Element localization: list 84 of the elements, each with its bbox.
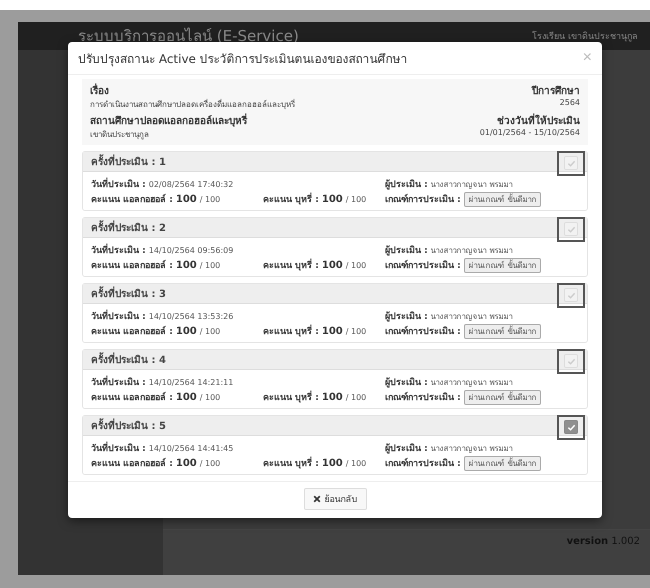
tobacco-score-label: คะแนน บุหรี่ : [263,192,319,206]
alcohol-score: 100 [176,194,197,205]
tobacco-max: / 100 [346,459,366,468]
tobacco-score: 100 [322,194,343,205]
period-text: 01/01/2564 - 15/10/2564 [480,128,580,137]
tobacco-max: / 100 [346,327,366,336]
period-label: ช่วงวันที่ให้ประเมิน [480,113,580,128]
record-title: ครั้งที่ประเมิน : 1 [91,154,166,169]
modal-title: ปรับปรุงสถานะ Active ประวัติการประเมินตนเองของสถานศึกษา [78,50,408,68]
criteria-label: เกณฑ์การประเมิน : [385,192,461,206]
assessor-label: ผู้ประเมิน : [385,244,428,257]
record-title: ครั้งที่ประเมิน : 3 [91,286,166,301]
alcohol-max: / 100 [200,459,220,468]
alcohol-score-label: คะแนน แอลกอฮอล์ : [91,192,173,206]
tobacco-max: / 100 [346,393,366,402]
criteria-result: ผ่านเกณฑ์ ขั้นดีมาก [464,456,542,471]
check-icon [566,356,576,366]
check-icon [566,422,576,432]
assessor-label: ผู้ประเมิน : [385,376,428,389]
tobacco-score-label: คะแนน บุหรี่ : [263,390,319,404]
tobacco-score-label: คะแนน บุหรี่ : [263,324,319,338]
alcohol-max: / 100 [200,327,220,336]
date-label: วันที่ประเมิน : [91,309,146,323]
assessor-name: นางสาวกาญจนา พรมมา [430,245,512,257]
back-button[interactable]: ย้อนกลับ [304,488,366,510]
assessor-label: ผู้ประเมิน : [385,310,428,323]
school-label: สถานศึกษาปลอดแอลกอฮอล์และบุหรี่ [90,113,247,128]
date-label: วันที่ประเมิน : [91,375,146,389]
record-title: ครั้งที่ประเมิน : 2 [91,220,166,235]
check-icon [566,224,576,234]
alcohol-score-label: คะแนน แอลกอฮอล์ : [91,390,173,404]
tobacco-max: / 100 [346,195,366,204]
alcohol-max: / 100 [200,393,220,402]
tobacco-score: 100 [322,458,343,469]
tobacco-max: / 100 [346,261,366,270]
criteria-label: เกณฑ์การประเมิน : [385,258,461,272]
school-text: เขาดินประชานุกูล [90,129,150,141]
date-value: 14/10/2564 13:53:26 [148,312,234,321]
date-value: 14/10/2564 14:41:45 [148,444,234,453]
app-title: ระบบบริการออนไลน์ (E-Service) [78,26,299,47]
criteria-result: ผ่านเกณฑ์ ขั้นดีมาก [464,258,542,273]
assessor-name: นางสาวกาญจนา พรมมา [430,377,512,389]
check-icon [566,290,576,300]
user-name: โรงเรียน เขาดินประชานุกูล [532,30,638,43]
criteria-label: เกณฑ์การประเมิน : [385,390,461,404]
year-label: ปีการศึกษา [532,84,580,98]
alcohol-max: / 100 [200,195,220,204]
subject-text: การดำเนินงานสถานศึกษาปลอดเครื่องดื่มแอลกอฮอล์และบุหรี่ [90,98,295,111]
assessor-name: นางสาวกาญจนา พรมมา [430,179,512,191]
date-value: 14/10/2564 14:21:11 [148,378,234,387]
tobacco-score: 100 [322,392,343,403]
criteria-result: ผ่านเกณฑ์ ขั้นดีมาก [464,192,542,207]
assessor-name: นางสาวกาญจนา พรมมา [430,443,512,455]
alcohol-score-label: คะแนน แอลกอฮอล์ : [91,456,173,470]
criteria-label: เกณฑ์การประเมิน : [385,456,461,470]
record-title: ครั้งที่ประเมิน : 5 [91,418,166,433]
assessor-label: ผู้ประเมิน : [385,442,428,455]
alcohol-score-label: คะแนน แอลกอฮอล์ : [91,258,173,272]
tobacco-score: 100 [322,260,343,271]
record-title: ครั้งที่ประเมิน : 4 [91,352,166,367]
assessor-name: นางสาวกาญจนา พรมมา [430,311,512,323]
assessor-label: ผู้ประเมิน : [385,178,428,191]
year-text: 2564 [558,98,580,107]
alcohol-score: 100 [176,392,197,403]
criteria-label: เกณฑ์การประเมิน : [385,324,461,338]
date-label: วันที่ประเมิน : [91,243,146,257]
date-value: 02/08/2564 17:40:32 [148,180,234,189]
close-icon [312,495,320,503]
subject-label: เรื่อง [90,83,295,98]
alcohol-score: 100 [176,458,197,469]
active-checkbox[interactable] [564,420,578,434]
alcohol-score: 100 [176,260,197,271]
alcohol-score-label: คะแนน แอลกอฮอล์ : [91,324,173,338]
date-value: 14/10/2564 09:56:09 [148,246,234,255]
check-icon [566,158,576,168]
tobacco-score: 100 [322,326,343,337]
date-label: วันที่ประเมิน : [91,177,146,191]
criteria-result: ผ่านเกณฑ์ ขั้นดีมาก [464,324,542,339]
alcohol-max: / 100 [200,261,220,270]
tobacco-score-label: คะแนน บุหรี่ : [263,456,319,470]
alcohol-score: 100 [176,326,197,337]
date-label: วันที่ประเมิน : [91,441,146,455]
tobacco-score-label: คะแนน บุหรี่ : [263,258,319,272]
criteria-result: ผ่านเกณฑ์ ขั้นดีมาก [464,390,542,405]
